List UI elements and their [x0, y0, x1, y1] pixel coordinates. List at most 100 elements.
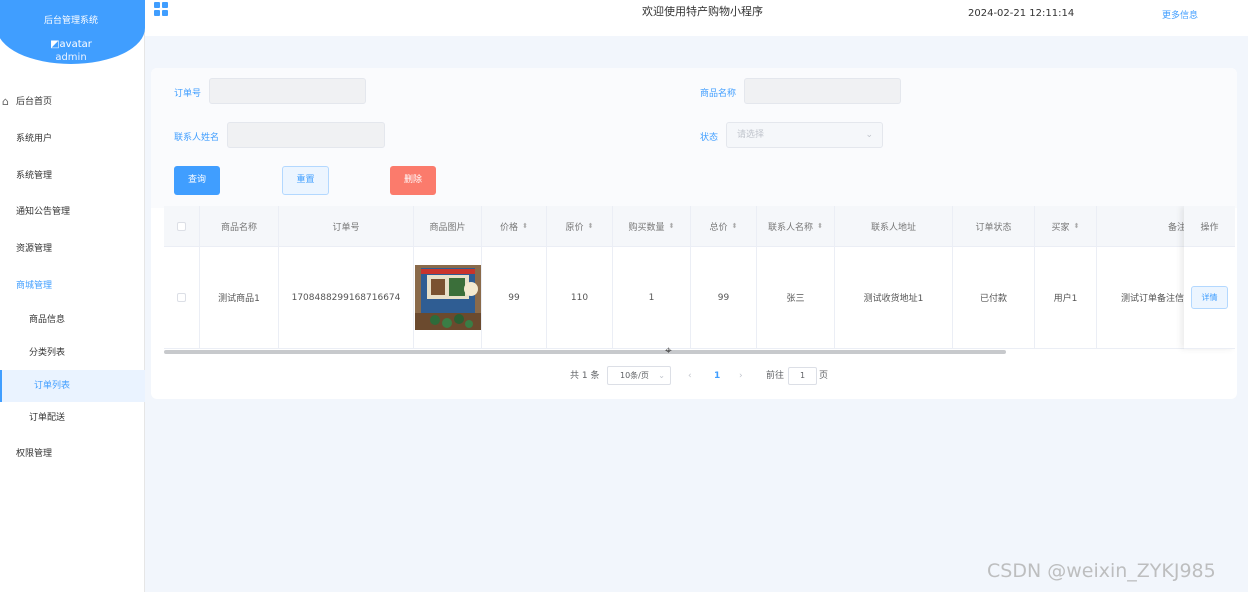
sort-icon[interactable]: ⬍: [732, 222, 738, 230]
username: admin: [55, 52, 87, 63]
cell-order-status: 已付款: [953, 247, 1035, 348]
sort-icon[interactable]: ⬍: [1074, 222, 1080, 230]
order-no-label: 订单号: [174, 89, 202, 99]
sidebar: 后台管理系统 ◩avatar admin ⌂ 后台首页 系统用户 系统管理 通知…: [0, 0, 145, 592]
col-original-price[interactable]: 原价 ⬍: [547, 206, 613, 246]
contact-name-label: 联系人姓名: [174, 133, 220, 143]
col-quantity[interactable]: 购买数量 ⬍: [613, 206, 691, 246]
col-order-status: 订单状态: [953, 206, 1035, 246]
sidebar-item-label: 订单配送: [29, 413, 66, 423]
sidebar-item-label: 系统用户: [16, 134, 53, 144]
avatar: ◩avatar: [0, 39, 145, 50]
mouse-cursor-icon: ⌖: [665, 343, 672, 357]
order-no-input[interactable]: [209, 78, 366, 104]
cell-action: 详情: [1184, 247, 1235, 349]
next-page-button[interactable]: ›: [739, 366, 743, 386]
sidebar-item-label: 订单列表: [34, 381, 71, 391]
goods-name-label: 商品名称: [700, 89, 737, 99]
prev-page-button[interactable]: ‹: [688, 366, 692, 386]
row-checkbox[interactable]: [177, 293, 186, 302]
chevron-down-icon: ⌄: [865, 130, 873, 140]
contact-name-input[interactable]: [227, 122, 385, 148]
select-all-cell: [164, 206, 200, 246]
pagination-total: 共 1 条: [570, 371, 600, 381]
broken-image-icon: ◩: [50, 39, 60, 50]
sidebar-item-label: 系统管理: [16, 171, 53, 181]
brand-header: 后台管理系统 ◩avatar admin: [0, 0, 145, 64]
reset-button[interactable]: 重置: [282, 166, 329, 195]
sort-icon[interactable]: ⬍: [522, 222, 528, 230]
page-size-value: 10条/页: [620, 371, 649, 380]
grid-icon[interactable]: [154, 2, 168, 16]
sidebar-item-label: 通知公告管理: [16, 207, 71, 217]
col-contact-name[interactable]: 联系人名称 ⬍: [757, 206, 835, 246]
sidebar-item-category-list[interactable]: 分类列表: [0, 337, 145, 369]
cell-contact-address: 测试收货地址1: [835, 247, 953, 348]
detail-button[interactable]: 详情: [1191, 286, 1228, 309]
sort-icon[interactable]: ⬍: [817, 222, 823, 230]
status-label: 状态: [700, 133, 719, 143]
goods-name-input[interactable]: [744, 78, 901, 104]
page-number-current[interactable]: 1: [714, 366, 720, 386]
page-title: 欢迎使用特产购物小程序: [642, 5, 763, 18]
col-price[interactable]: 价格 ⬍: [482, 206, 547, 246]
page-size-select[interactable]: 10条/页 ⌄: [607, 366, 671, 385]
fixed-action-column: 操作 详情: [1184, 206, 1235, 349]
system-title: 后台管理系统: [43, 16, 98, 26]
cell-order-no: 1708488299168716674: [279, 247, 414, 348]
watermark: CSDN @weixin_ZYKJ985: [987, 560, 1216, 582]
row-select-cell: [164, 247, 200, 348]
page-unit-label: 页: [819, 371, 829, 381]
sidebar-item-label: 商城管理: [16, 281, 53, 291]
col-buyer[interactable]: 买家 ⬍: [1035, 206, 1097, 246]
header-datetime: 2024-02-21 12:11:14: [968, 8, 1075, 19]
sidebar-item-permission-management[interactable]: 权限管理: [0, 438, 145, 470]
cell-goods-name: 测试商品1: [200, 247, 279, 348]
sidebar-item-system-users[interactable]: 系统用户: [0, 123, 145, 155]
product-image[interactable]: [414, 265, 481, 330]
top-header: 欢迎使用特产购物小程序 2024-02-21 12:11:14 更多信息: [145, 0, 1248, 36]
sidebar-item-notice-management[interactable]: 通知公告管理: [0, 196, 145, 228]
sidebar-item-label: 资源管理: [16, 244, 53, 254]
sidebar-item-order-list[interactable]: 订单列表: [0, 370, 145, 402]
col-total[interactable]: 总价 ⬍: [691, 206, 757, 246]
sidebar-item-label: 后台首页: [16, 97, 53, 107]
sidebar-item-label: 商品信息: [29, 315, 66, 325]
main-card: 订单号 商品名称 联系人姓名 状态 请选择 ⌄ 查询 重置 删除 商品名称 订单…: [151, 68, 1237, 399]
col-order-no: 订单号: [279, 206, 414, 246]
chevron-down-icon: ⌄: [658, 371, 665, 380]
sidebar-item-mall-management[interactable]: 商城管理: [0, 270, 145, 302]
cell-contact-name: 张三: [757, 247, 835, 348]
status-select[interactable]: 请选择 ⌄: [726, 122, 883, 148]
goto-page-input[interactable]: 1: [788, 367, 817, 385]
col-contact-address: 联系人地址: [835, 206, 953, 246]
sort-icon[interactable]: ⬍: [669, 222, 675, 230]
goto-label: 前往: [766, 371, 785, 381]
sidebar-item-resource-management[interactable]: 资源管理: [0, 233, 145, 265]
home-icon: ⌂: [2, 95, 9, 108]
sidebar-item-system-management[interactable]: 系统管理: [0, 160, 145, 192]
query-button[interactable]: 查询: [174, 166, 220, 195]
select-all-checkbox[interactable]: [177, 221, 186, 231]
cell-total: 99: [691, 247, 757, 348]
col-action: 操作: [1184, 206, 1235, 247]
cell-goods-image: [414, 247, 482, 348]
cell-buyer: 用户1: [1035, 247, 1097, 348]
more-info-link[interactable]: 更多信息: [1162, 8, 1198, 21]
sidebar-item-label: 分类列表: [29, 348, 66, 358]
sidebar-item-order-delivery[interactable]: 订单配送: [0, 402, 145, 434]
horizontal-scrollbar[interactable]: [164, 350, 1006, 354]
sidebar-item-home[interactable]: ⌂ 后台首页: [0, 86, 145, 118]
col-goods-image: 商品图片: [414, 206, 482, 246]
status-placeholder: 请选择: [737, 130, 765, 140]
table-row: 测试商品1 1708488299168716674 99 110 1 99 张三…: [164, 247, 1235, 349]
cell-original-price: 110: [547, 247, 613, 348]
col-goods-name: 商品名称: [200, 206, 279, 246]
orders-table: 商品名称 订单号 商品图片 价格 ⬍ 原价 ⬍ 购买数量 ⬍ 总价 ⬍ 联系人名称 ⬍ 联…: [164, 206, 1235, 354]
sort-icon[interactable]: ⬍: [588, 222, 594, 230]
delete-button[interactable]: 删除: [390, 166, 436, 195]
sidebar-item-label: 权限管理: [16, 449, 53, 459]
sidebar-item-goods-info[interactable]: 商品信息: [0, 304, 145, 336]
cell-price: 99: [482, 247, 547, 348]
cell-quantity: 1: [613, 247, 691, 348]
